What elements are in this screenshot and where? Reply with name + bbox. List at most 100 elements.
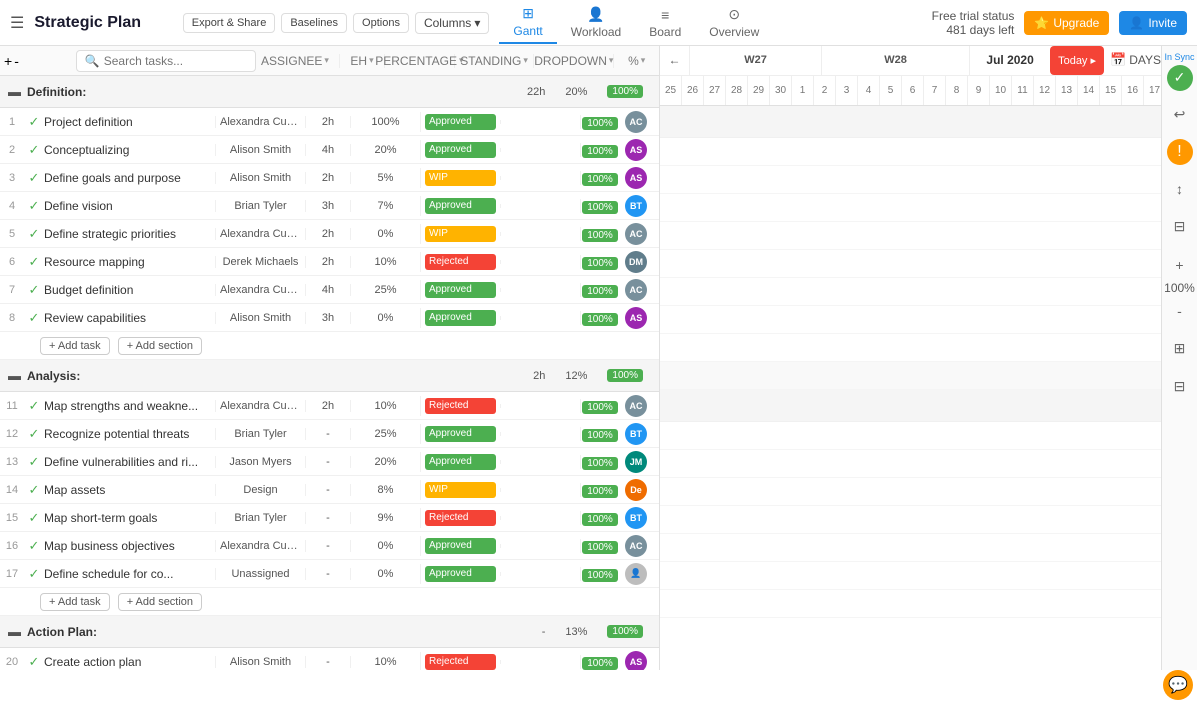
details-icon[interactable]: ⊟ <box>1166 373 1194 401</box>
undo-icon[interactable]: ↩ <box>1166 101 1194 129</box>
gantt-day: 15 <box>1100 76 1122 105</box>
section-collapse-analysis[interactable]: ▬ <box>8 368 21 383</box>
col-header-percentage[interactable]: PERCENTAGE ▾ <box>385 54 455 68</box>
gantt-section-row <box>660 106 1161 138</box>
section-name-analysis: Analysis: <box>27 369 80 383</box>
map-icon[interactable]: ⊞ <box>1166 335 1194 363</box>
section-collapse-definition[interactable]: ▬ <box>8 84 21 99</box>
sync-check-button[interactable]: ✓ <box>1167 65 1193 91</box>
upgrade-button[interactable]: ⭐ Upgrade <box>1024 11 1109 35</box>
avatar: BT <box>625 423 647 445</box>
table-row: 12 ✓ Recognize potential threats Brian T… <box>0 420 659 448</box>
gantt-month-label: Jul 2020 <box>970 46 1050 75</box>
avatar: JM <box>625 451 647 473</box>
zoom-in-button[interactable]: + <box>1165 251 1193 279</box>
gantt-icon: ⊞ <box>522 5 534 22</box>
board-icon: ≡ <box>661 7 669 23</box>
gantt-panel: ← W27 W28 Jul 2020 Today ▸ 📅 DAYS 25 26 … <box>660 46 1161 670</box>
check-icon: ✓ <box>29 114 40 129</box>
col-header-standing[interactable]: STANDING ▾ <box>455 54 534 68</box>
gantt-task-row <box>660 222 1161 250</box>
search-icon: 🔍 <box>85 54 100 68</box>
table-row: 16 ✓ Map business objectives Alexandra C… <box>0 532 659 560</box>
options-button[interactable]: Options <box>353 13 409 33</box>
standing-bar: Approved <box>425 142 496 158</box>
avatar: AC <box>625 395 647 417</box>
add-task-button-definition[interactable]: + Add task <box>40 337 110 355</box>
add-task-button-analysis[interactable]: + Add task <box>40 593 110 611</box>
gantt-day: 13 <box>1056 76 1078 105</box>
standing-bar: Rejected <box>425 254 496 270</box>
section-action-plan: ▬ Action Plan: - 13% 100% <box>0 616 659 648</box>
add-section-button-definition[interactable]: + Add section <box>118 337 202 355</box>
gantt-task-row <box>660 334 1161 362</box>
section-name-definition: Definition: <box>27 85 86 99</box>
gantt-day: 29 <box>748 76 770 105</box>
add-column-control[interactable]: + - <box>0 53 36 69</box>
table-row: 14 ✓ Map assets Design - 8% WIP 100% De <box>0 476 659 504</box>
copy-icon[interactable]: ⊟ <box>1166 213 1194 241</box>
avatar: AC <box>625 223 647 245</box>
check-icon: ✓ <box>29 482 40 497</box>
task-list: + - 🔍 ASSIGNEE ▾ EH ▾ PERCENTAGE ▾ STAND… <box>0 46 660 670</box>
check-icon: ✓ <box>29 510 40 525</box>
check-icon: ✓ <box>29 226 40 241</box>
columns-button[interactable]: Columns ▾ <box>415 12 489 34</box>
add-section-button-analysis[interactable]: + Add section <box>118 593 202 611</box>
standing-bar: Approved <box>425 538 496 554</box>
today-button[interactable]: Today ▸ <box>1050 46 1104 75</box>
standing-bar: Approved <box>425 454 496 470</box>
search-input[interactable] <box>104 54 244 68</box>
add-row-analysis: + Add task + Add section <box>0 588 659 616</box>
table-row: 4 ✓ Define vision Brian Tyler 3h 7% Appr… <box>0 192 659 220</box>
tab-workload[interactable]: 👤 Workload <box>557 2 635 43</box>
standing-bar: WIP <box>425 482 496 498</box>
check-icon: ✓ <box>29 538 40 553</box>
gantt-day: 12 <box>1034 76 1056 105</box>
invite-button[interactable]: 👤 Invite <box>1119 11 1187 35</box>
table-row: 3 ✓ Define goals and purpose Alison Smit… <box>0 164 659 192</box>
standing-bar: Approved <box>425 282 496 298</box>
gantt-prev-button[interactable]: ← <box>660 46 690 75</box>
col-header-task: 🔍 <box>36 50 251 72</box>
calendar-icon: 📅 <box>1110 52 1126 68</box>
col-header-assignee[interactable]: ASSIGNEE ▾ <box>251 54 340 68</box>
days-label: 📅 DAYS <box>1110 46 1161 75</box>
standing-bar: Approved <box>425 310 496 326</box>
baselines-button[interactable]: Baselines <box>281 13 347 33</box>
menu-icon[interactable]: ☰ <box>10 13 24 33</box>
gantt-day: 14 <box>1078 76 1100 105</box>
col-header-dropdown[interactable]: DROPDOWN ▾ <box>534 54 614 68</box>
gantt-day: 16 <box>1122 76 1144 105</box>
section-badge-action-plan: 100% <box>607 625 643 638</box>
gantt-day: 1 <box>792 76 814 105</box>
trial-info: Free trial status 481 days left <box>932 9 1015 37</box>
notification-button[interactable]: ! <box>1167 139 1193 165</box>
section-collapse-action-plan[interactable]: ▬ <box>8 624 21 639</box>
section-definition: ▬ Definition: 22h 20% 100% <box>0 76 659 108</box>
app-title: Strategic Plan <box>34 14 172 32</box>
gantt-task-row <box>660 478 1161 506</box>
gantt-task-row <box>660 166 1161 194</box>
tab-gantt[interactable]: ⊞ Gantt <box>499 1 556 44</box>
gantt-section-row <box>660 390 1161 422</box>
gantt-task-row <box>660 506 1161 534</box>
arrows-icon[interactable]: ↕ <box>1166 175 1194 203</box>
gantt-day: 10 <box>990 76 1012 105</box>
right-sidebar: In Sync ✓ ↩ ! ↕ ⊟ + 100% - ⊞ ⊟ 💬 <box>1161 46 1197 670</box>
avatar: AC <box>625 279 647 301</box>
gantt-task-row <box>660 250 1161 278</box>
export-share-button[interactable]: Export & Share <box>183 13 276 33</box>
gantt-task-row <box>660 306 1161 334</box>
gantt-week-28: W28 <box>822 46 970 75</box>
search-wrap: 🔍 <box>76 50 256 72</box>
tab-overview[interactable]: ⊙ Overview <box>695 2 773 43</box>
column-headers: + - 🔍 ASSIGNEE ▾ EH ▾ PERCENTAGE ▾ STAND… <box>0 46 659 76</box>
col-header-pct2[interactable]: % ▾ <box>614 54 659 68</box>
zoom-out-button[interactable]: - <box>1165 297 1193 325</box>
section-badge-analysis: 100% <box>607 369 643 382</box>
sync-area: In Sync ✓ <box>1162 52 1197 91</box>
table-row: 20 ✓ Create action plan Alison Smith - 1… <box>0 648 659 670</box>
table-row: 8 ✓ Review capabilities Alison Smith 3h … <box>0 304 659 332</box>
tab-board[interactable]: ≡ Board <box>635 3 695 43</box>
